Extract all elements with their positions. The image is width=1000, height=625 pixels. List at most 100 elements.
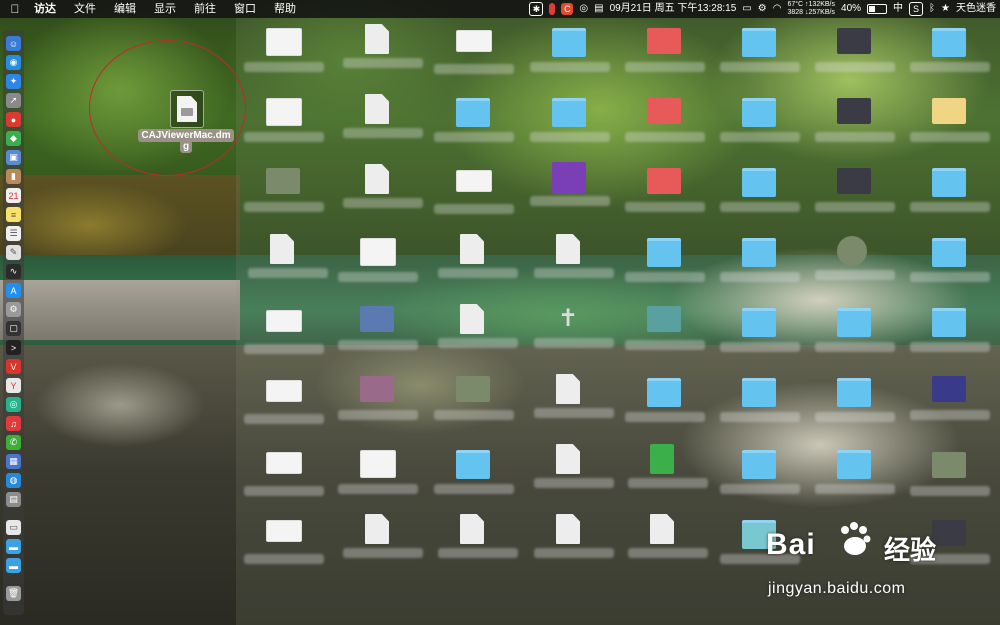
launchpad-icon[interactable]: ➚ <box>6 93 21 108</box>
desktop-folder[interactable] <box>552 28 586 57</box>
desktop-folder[interactable] <box>647 238 681 267</box>
contacts-icon[interactable]: ▮ <box>6 169 21 184</box>
desktop-folder[interactable] <box>837 308 871 337</box>
desktop-file[interactable] <box>266 310 302 332</box>
folder-stack-icon[interactable]: ▬ <box>6 539 21 554</box>
desktop-folder[interactable] <box>932 98 966 124</box>
desktop-file[interactable] <box>837 168 871 194</box>
desktop-folder[interactable] <box>456 98 490 127</box>
safari-icon[interactable]: ✦ <box>6 74 21 89</box>
desktop-file[interactable] <box>360 450 396 478</box>
status-app-icon[interactable]: ✱ <box>529 2 544 16</box>
yandex-icon[interactable]: Y <box>6 378 21 393</box>
trash-icon[interactable]: 🗑 <box>6 586 21 601</box>
desktop-folder[interactable] <box>742 98 776 127</box>
desktop-file[interactable] <box>650 514 674 544</box>
desktop-folder[interactable] <box>552 98 586 127</box>
reminders-icon[interactable]: ☰ <box>6 226 21 241</box>
menu-app-finder[interactable]: 访达 <box>30 0 65 18</box>
desktop-folder[interactable] <box>742 28 776 57</box>
menu-edit[interactable]: 编辑 <box>105 0 145 18</box>
desktop-file[interactable] <box>556 234 580 264</box>
desktop-folder[interactable] <box>932 238 966 267</box>
browser-icon[interactable]: ◎ <box>6 397 21 412</box>
desktop-file[interactable] <box>647 28 681 54</box>
desktop-file[interactable] <box>460 234 484 264</box>
desktop-file[interactable] <box>266 168 300 194</box>
desktop-file[interactable] <box>650 444 674 474</box>
desktop-file[interactable] <box>456 30 492 52</box>
battery-icon[interactable] <box>867 4 888 14</box>
wechat-icon[interactable]: ✆ <box>6 435 21 450</box>
disk-utility-icon[interactable]: ▤ <box>6 492 21 507</box>
network-monitor[interactable]: 67°C ↑132KB/s 3828 ↓257KB/s <box>787 1 835 17</box>
desktop-file[interactable] <box>360 376 394 402</box>
screenshot-icon[interactable]: ▢ <box>6 321 21 336</box>
desktop-file[interactable] <box>266 520 302 542</box>
desktop-folder[interactable] <box>742 308 776 337</box>
desktop-file[interactable] <box>647 98 681 124</box>
desktop-file[interactable] <box>360 238 396 266</box>
desktop-folder[interactable] <box>932 308 966 337</box>
menu-view[interactable]: 显示 <box>145 0 185 18</box>
menu-file[interactable]: 文件 <box>65 0 105 18</box>
status-record-icon[interactable] <box>549 3 556 15</box>
desktop-folder[interactable] <box>456 450 490 479</box>
wifi-icon[interactable]: ◠ <box>773 0 782 18</box>
notes-icon[interactable]: ≡ <box>6 207 21 222</box>
desktop-folder[interactable] <box>742 238 776 267</box>
apple-icon[interactable]:  <box>0 2 30 16</box>
desktop-folder[interactable] <box>837 378 871 407</box>
desktop-file[interactable] <box>365 164 389 194</box>
calendar-app-icon[interactable]: 21 <box>6 188 21 203</box>
bluetooth-icon[interactable]: ᛒ <box>929 0 935 18</box>
desktop-folder[interactable] <box>742 378 776 407</box>
menu-help[interactable]: 帮助 <box>265 0 305 18</box>
desktop-folder[interactable] <box>647 378 681 407</box>
app-store-icon[interactable]: A <box>6 283 21 298</box>
terminal-icon[interactable]: > <box>6 340 21 355</box>
downloads-stack-icon[interactable]: ▬ <box>6 558 21 573</box>
desktop-file[interactable] <box>552 162 586 194</box>
desktop-file[interactable] <box>932 452 966 478</box>
globe-app-icon[interactable]: ◍ <box>6 473 21 488</box>
desktop-file[interactable] <box>365 514 389 544</box>
desktop-folder[interactable] <box>932 168 966 197</box>
input-method[interactable]: 中 <box>893 0 903 18</box>
desktop-file[interactable] <box>837 236 867 266</box>
desktop-file[interactable] <box>837 28 871 54</box>
desktop-file[interactable] <box>266 28 302 56</box>
finder-icon[interactable]: ☺ <box>6 36 21 51</box>
app-red-icon[interactable]: ● <box>6 112 21 127</box>
search-app-icon[interactable]: S <box>909 2 924 16</box>
desktop-file[interactable] <box>837 98 871 124</box>
desktop-file[interactable] <box>460 514 484 544</box>
user-name[interactable]: 天色迷香 <box>956 0 996 18</box>
preview-icon[interactable]: ▣ <box>6 150 21 165</box>
desktop-file[interactable] <box>556 444 580 474</box>
display-icon[interactable]: ▭ <box>742 0 751 18</box>
photos-app-icon[interactable]: ▦ <box>6 454 21 469</box>
calendar-icon[interactable]: ▤ <box>594 0 603 18</box>
desktop-file[interactable] <box>365 24 389 54</box>
desktop-file[interactable] <box>266 452 302 474</box>
desktop-folder[interactable] <box>837 450 871 479</box>
desktop-app[interactable]: ✝ <box>556 304 580 334</box>
textedit-icon[interactable]: ✎ <box>6 245 21 260</box>
desktop-folder[interactable] <box>932 28 966 57</box>
desktop-file[interactable] <box>647 306 681 332</box>
status-c-icon[interactable]: C <box>561 3 574 15</box>
desktop-file[interactable] <box>456 376 490 402</box>
menu-go[interactable]: 前往 <box>185 0 225 18</box>
desktop-file[interactable] <box>266 380 302 402</box>
notification-icon[interactable]: ★ <box>941 0 950 18</box>
activity-monitor-icon[interactable]: ∿ <box>6 264 21 279</box>
vivaldi-icon[interactable]: V <box>6 359 21 374</box>
desktop-file[interactable] <box>266 98 302 126</box>
desktop-file[interactable] <box>460 304 484 334</box>
desktop-file[interactable] <box>556 514 580 544</box>
documents-stack-icon[interactable]: ▭ <box>6 520 21 535</box>
siri-icon[interactable]: ◉ <box>6 55 21 70</box>
desktop-file[interactable] <box>360 306 394 332</box>
system-preferences-icon[interactable]: ⚙ <box>6 302 21 317</box>
